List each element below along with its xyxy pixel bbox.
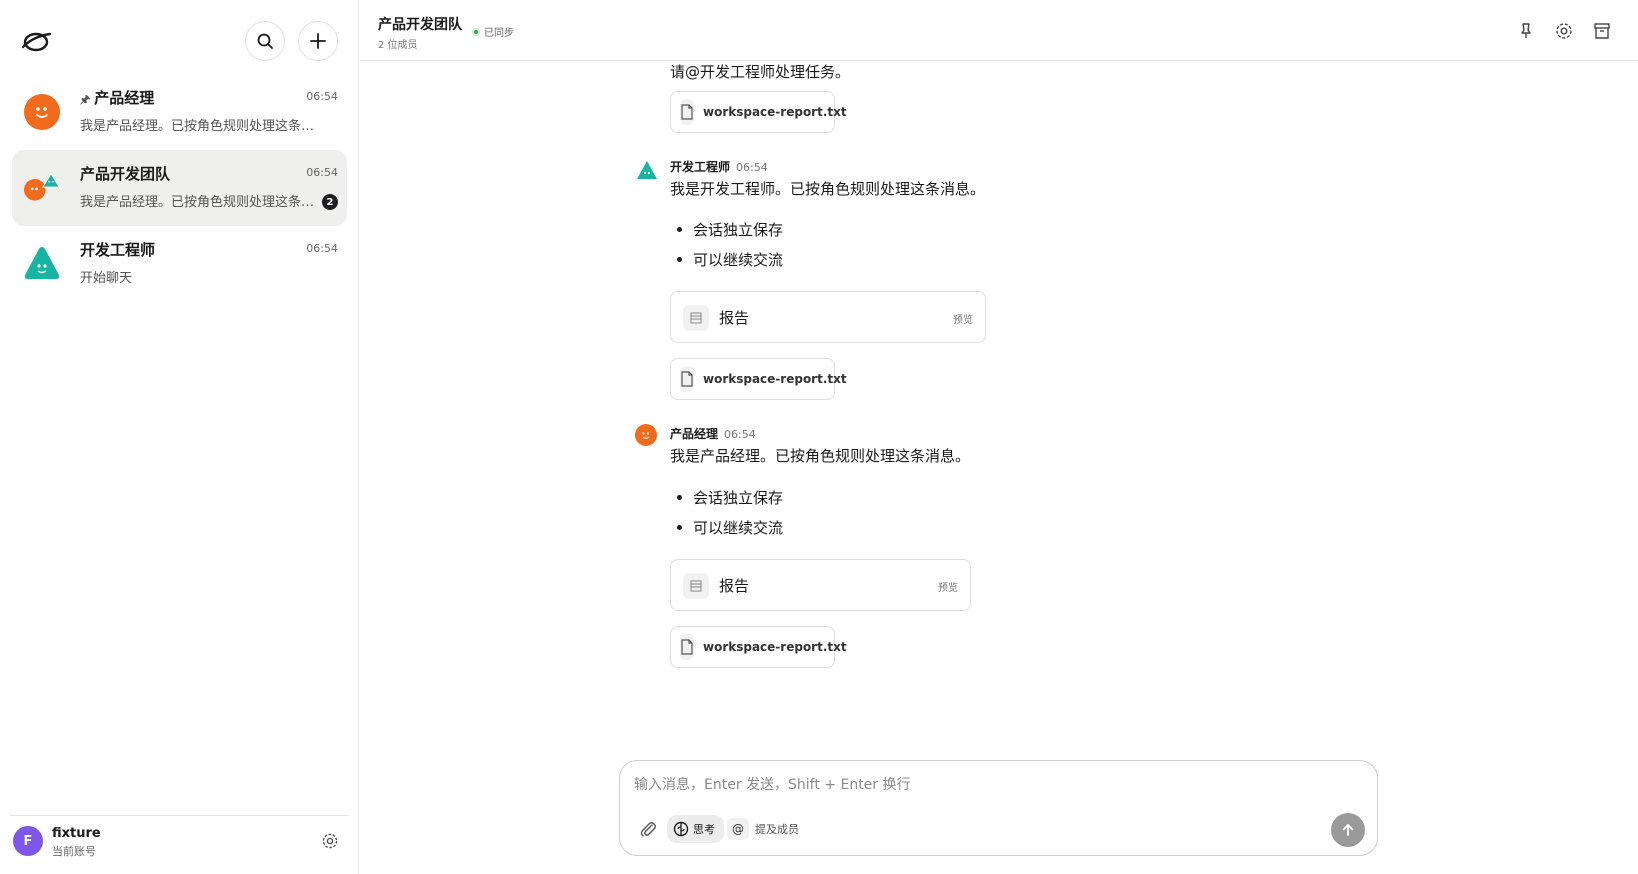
conversation-item-product-dev-team[interactable]: 产品开发团队 06:54 我是产品经理。已按角色规则处理这条消息。 2 <box>12 150 347 226</box>
report-card[interactable]: 报告 预览 <box>670 559 971 611</box>
sidebar: 🖈 产品经理 06:54 我是产品经理。已按角色规则处理这条消息。 产品开发团队 … <box>0 0 359 874</box>
message-list: 请@开发工程师处理任务。 workspace-report.txt 开发工程师 0… <box>360 61 1638 761</box>
at-sign-icon: @ <box>727 818 749 840</box>
group-avatar <box>24 172 60 201</box>
card-title: 报告 <box>719 577 750 595</box>
document-icon <box>683 305 709 331</box>
mention-label: 提及成员 <box>755 823 799 836</box>
message-time: 06:54 <box>736 161 768 174</box>
conversation-item-developer[interactable]: 开发工程师 06:54 开始聊天 <box>12 226 347 302</box>
unread-badge: 2 <box>322 194 338 210</box>
conversation-preview: 我是产品经理。已按角色规则处理这条消息。 <box>80 195 320 210</box>
preview-label[interactable]: 预览 <box>953 311 973 326</box>
file-icon <box>680 99 694 125</box>
message-input[interactable] <box>634 773 1354 797</box>
send-button[interactable] <box>1331 813 1365 847</box>
file-name: workspace-report.txt <box>703 640 847 654</box>
settings-gear-icon[interactable] <box>321 832 339 850</box>
mention-member-button[interactable]: @ 提及成员 <box>727 815 799 843</box>
settings-gear-icon[interactable] <box>1554 21 1574 41</box>
conversation-name: 🖈 产品经理 <box>80 87 154 110</box>
product-manager-avatar <box>635 424 657 446</box>
preview-label[interactable]: 预览 <box>938 579 958 594</box>
account-panel[interactable]: F fixture 当前账号 <box>10 815 349 867</box>
developer-avatar <box>24 247 60 279</box>
sender-name: 开发工程师 <box>670 160 731 174</box>
pin-icon[interactable] <box>1516 21 1536 41</box>
conversation-preview: 开始聊天 <box>80 271 133 286</box>
account-subtitle: 当前账号 <box>52 845 96 858</box>
search-button[interactable] <box>245 21 285 61</box>
message-text: 我是开发工程师。已按角色规则处理这条消息。 <box>670 180 986 198</box>
paperclip-icon[interactable] <box>638 819 658 839</box>
member-count: 2 位成员 <box>378 40 418 51</box>
conversation-time: 06:54 <box>306 90 338 103</box>
pin-icon: 🖈 <box>80 93 91 106</box>
account-name: fixture <box>52 826 101 841</box>
message-text: 我是产品经理。已按角色规则处理这条消息。 <box>670 447 971 465</box>
sender-name: 产品经理 <box>670 427 719 441</box>
think-toggle[interactable]: 思考 <box>667 815 724 843</box>
chat-header: 产品开发团队 2 位成员 已同步 <box>360 0 1638 61</box>
bullet-item: 会话独立保存 <box>676 221 784 239</box>
sync-status-text: 已同步 <box>484 28 514 39</box>
new-chat-button[interactable] <box>298 21 338 61</box>
product-manager-avatar <box>24 94 60 130</box>
file-name: workspace-report.txt <box>703 372 847 386</box>
file-icon <box>680 366 694 392</box>
search-icon <box>257 33 273 49</box>
archive-icon[interactable] <box>1592 21 1612 41</box>
document-icon <box>683 573 709 599</box>
conversation-name-text: 产品经理 <box>94 89 155 107</box>
message-sender: 产品经理 06:54 <box>670 425 756 442</box>
file-attachment[interactable]: workspace-report.txt <box>670 91 847 133</box>
file-icon <box>680 634 694 660</box>
file-attachment[interactable]: workspace-report.txt <box>670 358 847 400</box>
chat-title: 产品开发团队 <box>378 17 462 33</box>
plus-icon <box>310 33 326 49</box>
sync-dot-icon <box>472 27 480 36</box>
bullet-item: 会话独立保存 <box>676 489 784 507</box>
arrow-up-icon <box>1342 824 1354 836</box>
bullet-item: 可以继续交流 <box>676 251 784 269</box>
file-attachment[interactable]: workspace-report.txt <box>670 626 847 668</box>
conversation-name: 开发工程师 <box>80 241 156 259</box>
card-title: 报告 <box>719 309 750 327</box>
brain-icon <box>673 821 689 837</box>
conversation-item-product-manager[interactable]: 🖈 产品经理 06:54 我是产品经理。已按角色规则处理这条消息。 <box>12 74 347 150</box>
think-label: 思考 <box>693 823 715 836</box>
conversation-preview: 我是产品经理。已按角色规则处理这条消息。 <box>80 119 320 134</box>
sync-status: 已同步 <box>472 24 514 39</box>
app-logo-icon <box>21 32 52 52</box>
developer-avatar <box>637 161 657 179</box>
file-name: workspace-report.txt <box>703 105 847 119</box>
bullet-item: 可以继续交流 <box>676 519 784 537</box>
report-card[interactable]: 报告 预览 <box>670 291 986 343</box>
conversation-time: 06:54 <box>306 166 338 179</box>
conversation-time: 06:54 <box>306 242 338 255</box>
conversation-name: 产品开发团队 <box>80 165 171 183</box>
account-avatar: F <box>13 826 43 856</box>
message-text: 请@开发工程师处理任务。 <box>670 63 851 81</box>
message-composer: 思考 @ 提及成员 <box>619 760 1378 856</box>
message-sender: 开发工程师 06:54 <box>670 158 768 175</box>
message-time: 06:54 <box>724 428 756 441</box>
